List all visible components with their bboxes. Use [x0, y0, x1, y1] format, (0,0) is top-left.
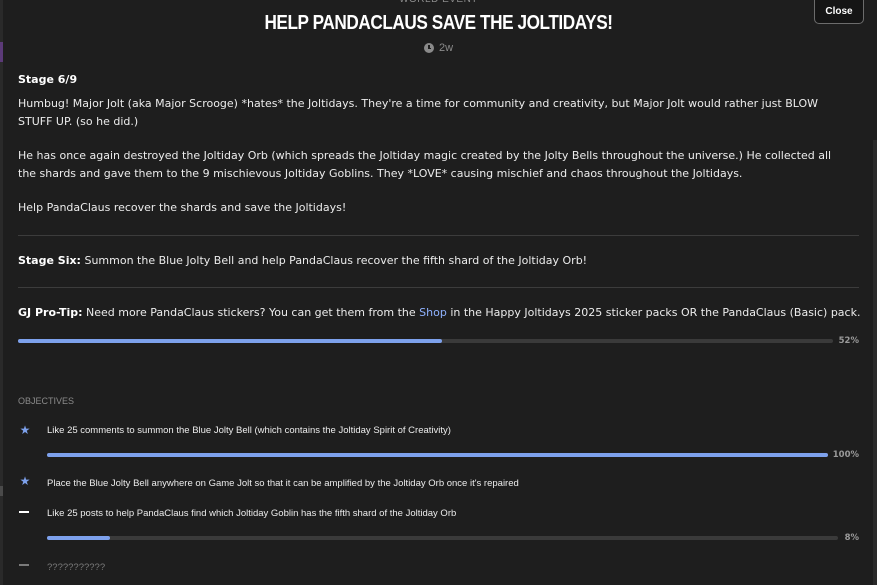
stage-progress-bar — [18, 339, 833, 343]
stage-six-label: Stage Six: — [18, 254, 81, 267]
dash-icon — [19, 511, 29, 513]
story-paragraph: He has once again destroyed the Joltiday… — [18, 149, 832, 180]
pro-tip: GJ Pro-Tip: Need more PandaClaus sticker… — [18, 304, 868, 322]
edge-accent-lower — [0, 486, 3, 496]
objective-progress-fill — [47, 453, 828, 457]
scrollbar-track[interactable] — [873, 140, 877, 585]
event-type-label: WORLD EVENT — [0, 0, 877, 5]
pro-tip-text-end: in the Happy Joltidays 2025 sticker pack… — [446, 306, 861, 319]
objective-item: Like 25 posts to help PandaClaus find wh… — [47, 508, 457, 519]
stage-progress-fill — [18, 339, 442, 343]
call-to-action: Help PandaClaus recover the shards and s… — [18, 201, 347, 214]
stage-six-description: Summon the Blue Jolty Bell and help Pand… — [80, 254, 588, 267]
objective-progress-label: 8% — [844, 533, 859, 543]
divider — [18, 287, 859, 288]
left-edge-strip — [0, 0, 3, 585]
objective-progress-bar — [47, 453, 828, 457]
timestamp-text: 2w — [438, 42, 454, 54]
close-button[interactable]: Close — [814, 0, 864, 24]
objective-progress-fill — [47, 536, 111, 540]
intro-paragraph: Humbug! Major Jolt (aka Major Scrooge) *… — [18, 97, 819, 128]
objective-item-locked: ??????????? — [47, 562, 106, 573]
stage-progress-label: 52% — [838, 336, 859, 346]
divider — [18, 235, 859, 236]
objective-item: Place the Blue Jolty Bell anywhere on Ga… — [47, 478, 519, 489]
objective-progress-label: 100% — [832, 450, 859, 460]
star-icon: ★ — [19, 474, 31, 488]
shop-link[interactable]: Shop — [419, 306, 447, 319]
page-title: Help PandaClaus Save The Joltidays! — [264, 12, 613, 34]
objectives-heading: OBJECTIVES — [18, 396, 75, 406]
clock-icon — [423, 43, 434, 53]
pro-tip-label: GJ Pro-Tip: — [18, 306, 83, 319]
dash-icon — [19, 564, 29, 566]
star-icon: ★ — [19, 423, 31, 437]
stage-six-text: Stage Six: Summon the Blue Jolty Bell an… — [18, 252, 844, 270]
timestamp: 2w — [0, 42, 877, 54]
objective-item: Like 25 comments to summon the Blue Jolt… — [47, 425, 451, 436]
objective-progress-bar — [47, 536, 838, 540]
pro-tip-text: Need more PandaClaus stickers? You can g… — [82, 306, 420, 319]
stage-heading: Stage 6/9 — [18, 73, 78, 86]
